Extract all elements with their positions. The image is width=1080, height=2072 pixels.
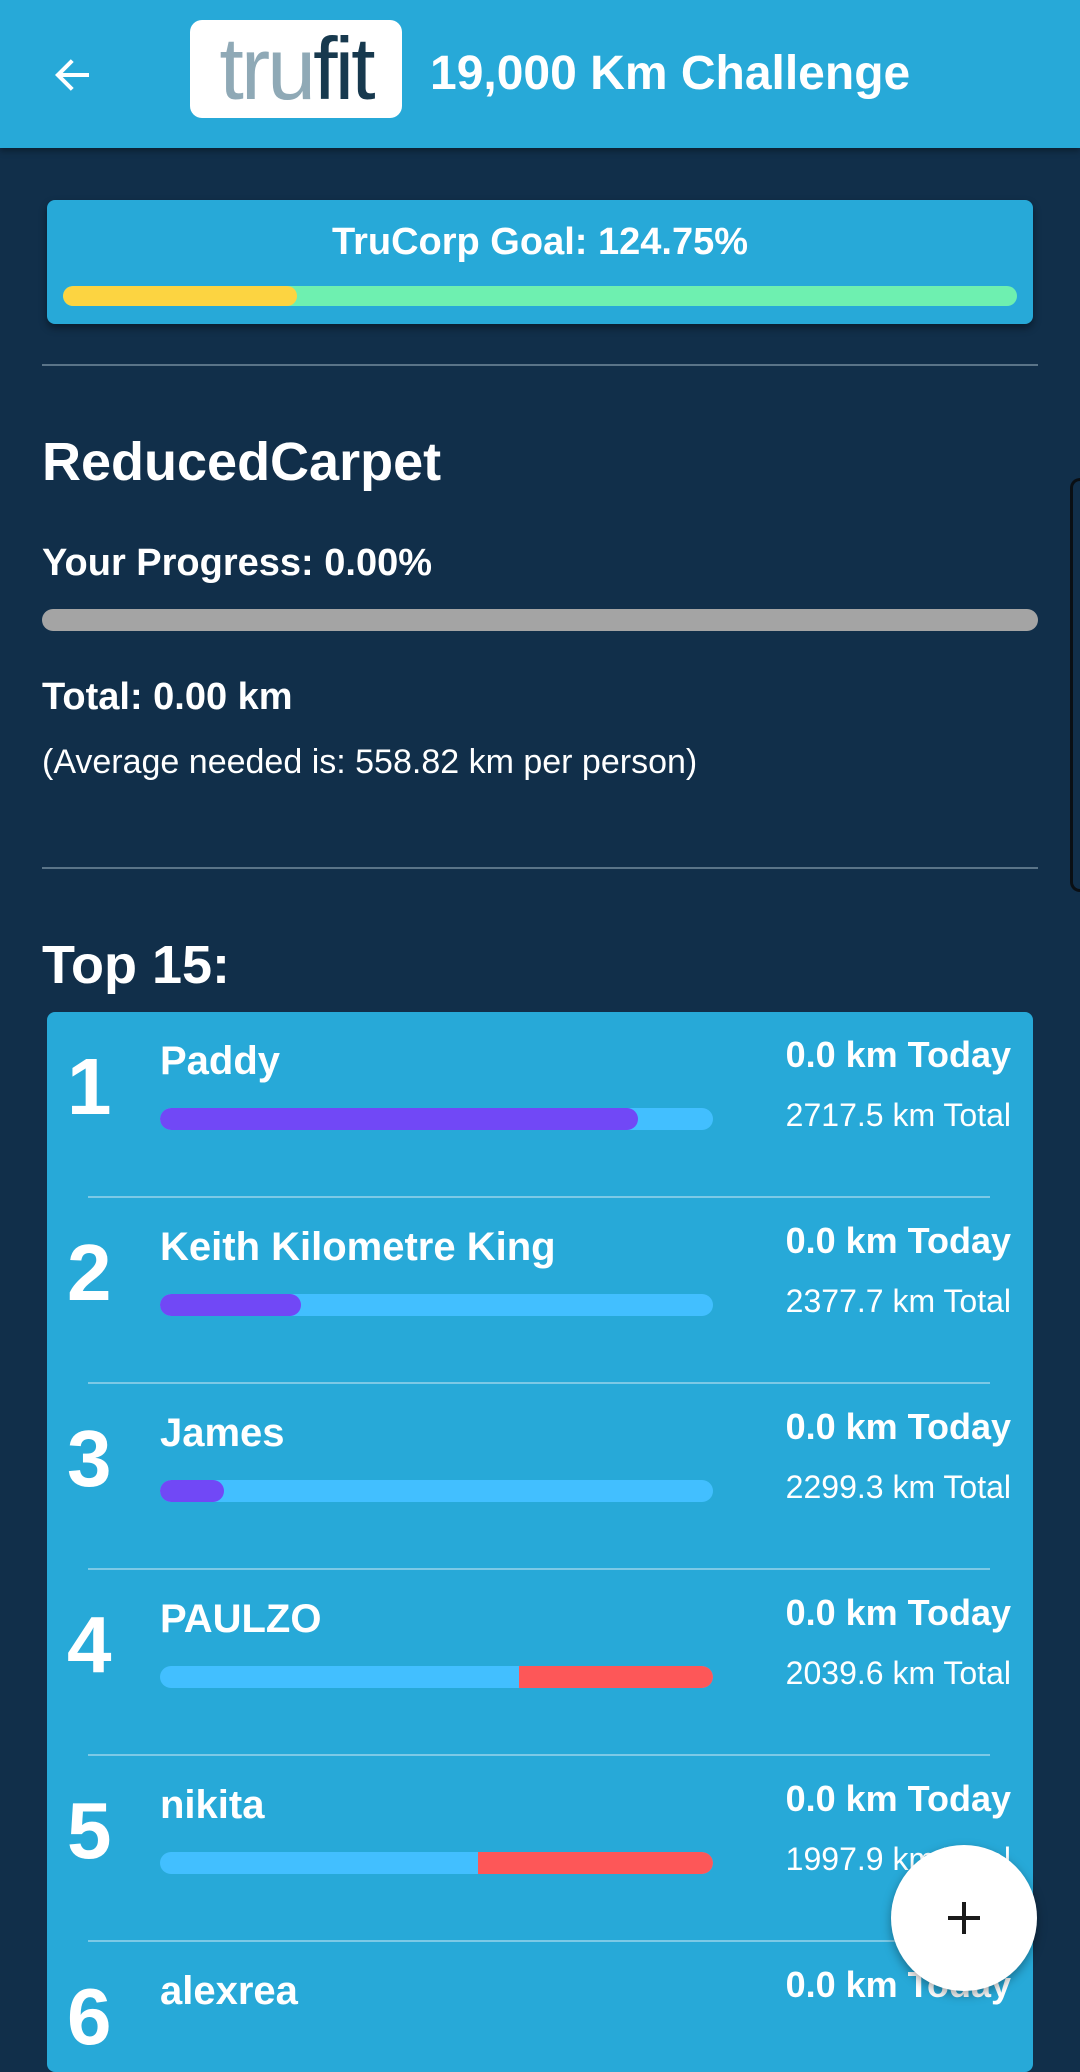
rank-number: 4 — [67, 1600, 112, 1689]
participant-progress-fill — [160, 1294, 301, 1316]
participant-progress-bar — [160, 1480, 713, 1502]
leaderboard-row[interactable]: 1 Paddy 0.0 km Today 2717.5 km Total — [47, 1012, 1033, 1198]
average-needed-label: (Average needed is: 558.82 km per person… — [42, 743, 698, 781]
user-name: ReducedCarpet — [42, 432, 442, 492]
leaderboard-row[interactable]: 2 Keith Kilometre King 0.0 km Today 2377… — [47, 1198, 1033, 1384]
trufit-logo: tru fit — [190, 20, 402, 118]
participant-name: Paddy — [160, 1039, 281, 1083]
arrow-left-icon — [55, 59, 89, 91]
total-distance: 2039.6 km Total — [785, 1655, 1011, 1691]
rank-number: 3 — [67, 1414, 112, 1503]
rank-number: 5 — [67, 1786, 112, 1875]
today-distance: 0.0 km Today — [785, 1220, 1011, 1261]
rank-number: 2 — [67, 1228, 112, 1317]
total-distance: 2377.7 km Total — [785, 1283, 1011, 1319]
leaderboard-row[interactable]: 5 nikita 0.0 km Today 1997.9 km Total — [47, 1756, 1033, 1942]
participant-progress-bar — [160, 1294, 713, 1316]
company-goal-progress-bar — [63, 286, 1017, 306]
section-divider — [42, 867, 1038, 869]
participant-name: nikita — [160, 1783, 265, 1827]
page-title: 19,000 Km Challenge — [430, 47, 911, 100]
leaderboard-title: Top 15: — [42, 935, 230, 995]
participant-progress-fill — [477, 1852, 713, 1874]
scroll-indicator — [1070, 478, 1080, 892]
total-distance: 2717.5 km Total — [785, 1097, 1011, 1133]
participant-progress-fill — [160, 1480, 224, 1502]
plus-icon — [948, 1902, 980, 1934]
user-progress-label: Your Progress: 0.00% — [42, 542, 433, 584]
participant-progress-fill — [519, 1666, 713, 1688]
participant-name: PAULZO — [160, 1597, 322, 1641]
total-distance: 2299.3 km Total — [785, 1469, 1011, 1505]
rank-number: 6 — [67, 1972, 112, 2061]
company-goal-card: TruCorp Goal: 124.75% — [47, 200, 1033, 324]
company-goal-label: TruCorp Goal: 124.75% — [331, 221, 748, 263]
leaderboard-card: 1 Paddy 0.0 km Today 2717.5 km Total 2 K… — [47, 1012, 1033, 2072]
participant-name: alexrea — [160, 1969, 298, 2013]
user-progress-bar — [42, 609, 1038, 631]
participant-progress-bar — [160, 1666, 713, 1688]
leaderboard-row[interactable]: 6 alexrea 0.0 km Today — [47, 1942, 1033, 2072]
today-distance: 0.0 km Today — [785, 1592, 1011, 1633]
back-button[interactable] — [42, 44, 104, 106]
leaderboard-row[interactable]: 4 PAULZO 0.0 km Today 2039.6 km Total — [47, 1570, 1033, 1756]
participant-progress-fill — [160, 1108, 639, 1130]
participant-name: Keith Kilometre King — [160, 1225, 556, 1269]
leaderboard-row[interactable]: 3 James 0.0 km Today 2299.3 km Total — [47, 1384, 1033, 1570]
user-total-label: Total: 0.00 km — [42, 676, 293, 718]
today-distance: 0.0 km Today — [785, 1406, 1011, 1447]
company-goal-progress-fill — [63, 286, 297, 306]
add-activity-button[interactable] — [891, 1845, 1037, 1991]
participant-progress-bar — [160, 1852, 713, 1874]
rank-number: 1 — [67, 1042, 112, 1131]
today-distance: 0.0 km Today — [785, 1034, 1011, 1075]
participant-name: James — [160, 1411, 285, 1455]
participant-progress-bar — [160, 1108, 713, 1130]
today-distance: 0.0 km Today — [785, 1778, 1011, 1819]
section-divider — [42, 364, 1038, 366]
app-bar: tru fit 19,000 Km Challenge — [0, 0, 1080, 148]
